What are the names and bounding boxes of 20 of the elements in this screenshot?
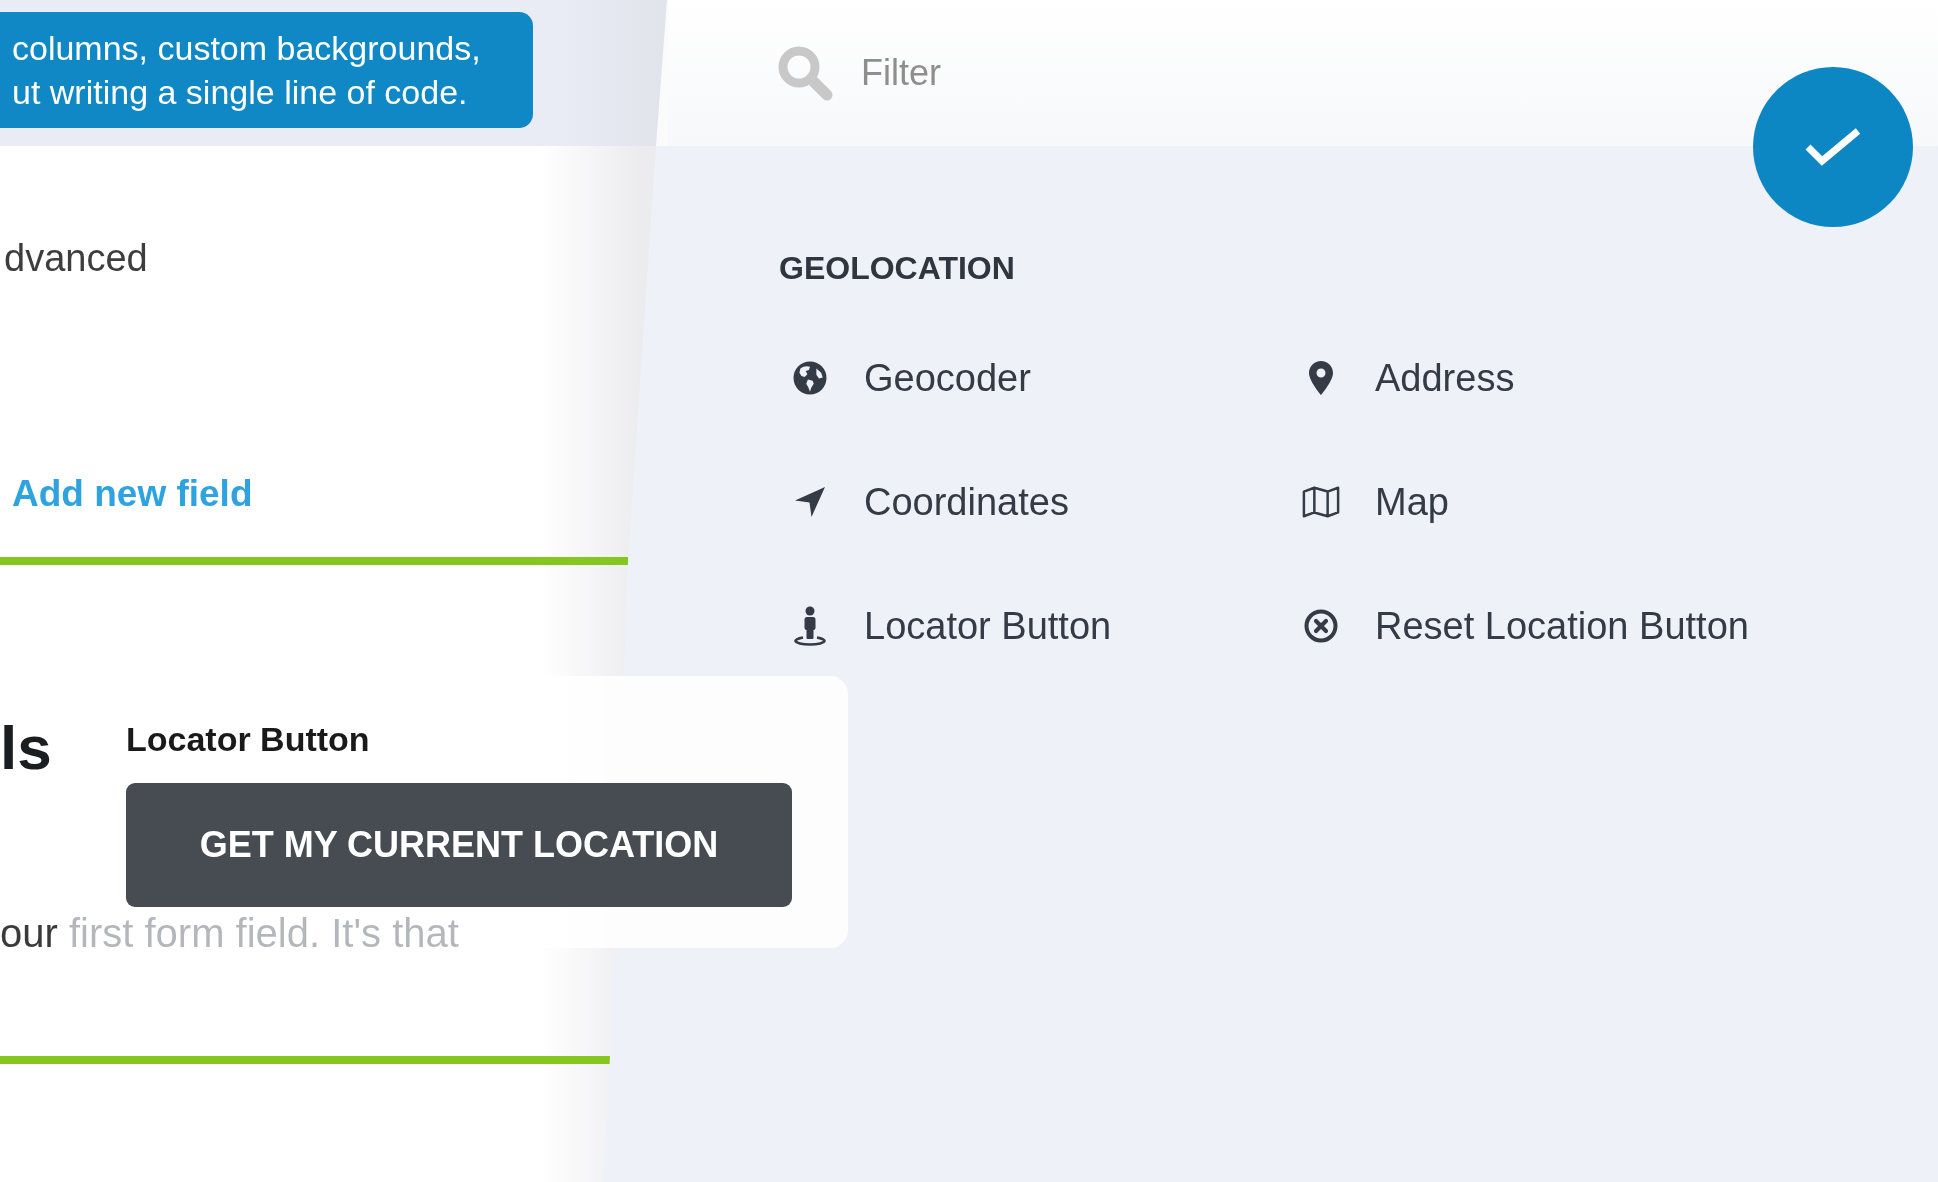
pin-icon [1309,361,1333,395]
field-type-item[interactable]: Locator Button [779,596,1120,656]
navigation-arrow-icon [794,486,826,518]
field-type-item[interactable]: Coordinates [779,472,1077,532]
search-icon [776,44,834,102]
section-title: GEOLOCATION [779,250,1015,286]
tab-label[interactable]: dvanced [4,236,148,280]
globe-icon [793,361,827,395]
check-icon [1804,126,1862,168]
x-circle-icon [1304,609,1338,643]
field-type-item[interactable]: Geocoder [779,348,1039,408]
person-icon [794,606,826,646]
field-type-item[interactable]: Reset Location Button [1290,596,1757,656]
info-banner: columns, custom backgrounds, ut writing a single line of code. [0,12,533,128]
field-type-item[interactable]: Map [1290,472,1457,532]
map-icon [1302,485,1340,519]
field-type-item[interactable]: Address [1290,348,1523,408]
location-button[interactable]: GET MY CURRENT LOCATION [126,783,792,907]
field-label: Locator Button [126,721,370,757]
section-heading: ls [0,715,52,781]
